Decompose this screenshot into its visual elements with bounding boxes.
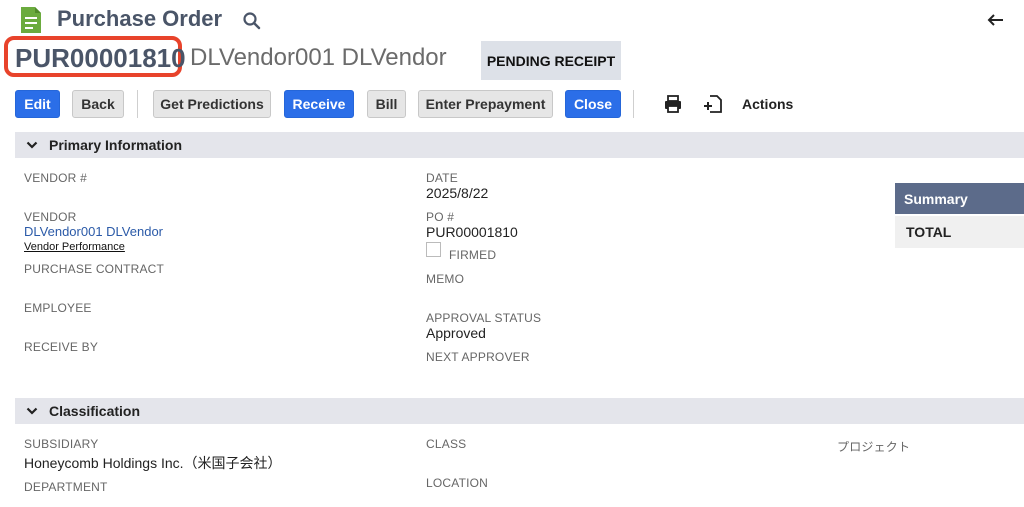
receive-button[interactable]: Receive: [284, 90, 354, 118]
receive-by-label: RECEIVE BY: [24, 340, 99, 354]
approval-status-label: APPROVAL STATUS: [426, 311, 542, 325]
project-label: プロジェクト: [837, 440, 911, 454]
page-title: Purchase Order: [57, 6, 223, 31]
vendor-heading: DLVendor001 DLVendor: [190, 44, 447, 71]
po-number-value: PUR00001810: [426, 224, 518, 240]
enter-prepayment-button[interactable]: Enter Prepayment: [418, 90, 553, 118]
summary-total-label: TOTAL: [895, 216, 1024, 248]
vendor-label: VENDOR: [24, 210, 77, 224]
purchase-contract-label: PURCHASE CONTRACT: [24, 262, 165, 276]
toolbar-divider: [137, 90, 138, 118]
bill-button[interactable]: Bill: [367, 90, 406, 118]
vendor-number-label: VENDOR #: [24, 171, 87, 185]
vendor-link[interactable]: DLVendor001 DLVendor: [24, 224, 163, 239]
edit-button[interactable]: Edit: [15, 90, 60, 118]
subsidiary-value: Honeycomb Holdings Inc.（米国子会社）: [24, 455, 282, 471]
status-badge: PENDING RECEIPT: [481, 41, 621, 80]
po-number-label: PO #: [426, 210, 455, 224]
approval-status-value: Approved: [426, 325, 486, 341]
actions-menu[interactable]: Actions: [742, 96, 793, 112]
date-value: 2025/8/22: [426, 185, 489, 201]
subsidiary-label: SUBSIDIARY: [24, 437, 99, 451]
primary-information-section-header[interactable]: Primary Information: [15, 132, 1024, 158]
back-arrow-icon[interactable]: [986, 12, 1004, 28]
search-icon[interactable]: [241, 10, 263, 32]
back-button[interactable]: Back: [72, 90, 124, 118]
vendor-performance-link[interactable]: Vendor Performance: [24, 241, 125, 253]
summary-header: Summary: [895, 183, 1024, 214]
department-label: DEPARTMENT: [24, 480, 108, 494]
class-label: CLASS: [426, 437, 467, 451]
chevron-down-icon: [26, 407, 38, 415]
section-title: Primary Information: [49, 137, 183, 153]
get-predictions-button[interactable]: Get Predictions: [153, 90, 271, 118]
employee-label: EMPLOYEE: [24, 301, 92, 315]
chevron-down-icon: [26, 141, 38, 149]
firmed-checkbox[interactable]: [426, 242, 441, 257]
record-number: PUR00001810: [15, 43, 186, 73]
memo-label: MEMO: [426, 272, 465, 286]
toolbar-divider: [633, 90, 634, 118]
add-document-icon[interactable]: [702, 93, 724, 115]
location-label: LOCATION: [426, 476, 489, 490]
purchase-order-icon: [21, 7, 41, 33]
firmed-label: FIRMED: [449, 248, 497, 262]
date-label: DATE: [426, 171, 458, 185]
classification-section-header[interactable]: Classification: [15, 398, 1024, 424]
close-button[interactable]: Close: [565, 90, 621, 118]
print-icon[interactable]: [662, 93, 684, 115]
section-title: Classification: [49, 403, 141, 419]
next-approver-label: NEXT APPROVER: [426, 350, 530, 364]
